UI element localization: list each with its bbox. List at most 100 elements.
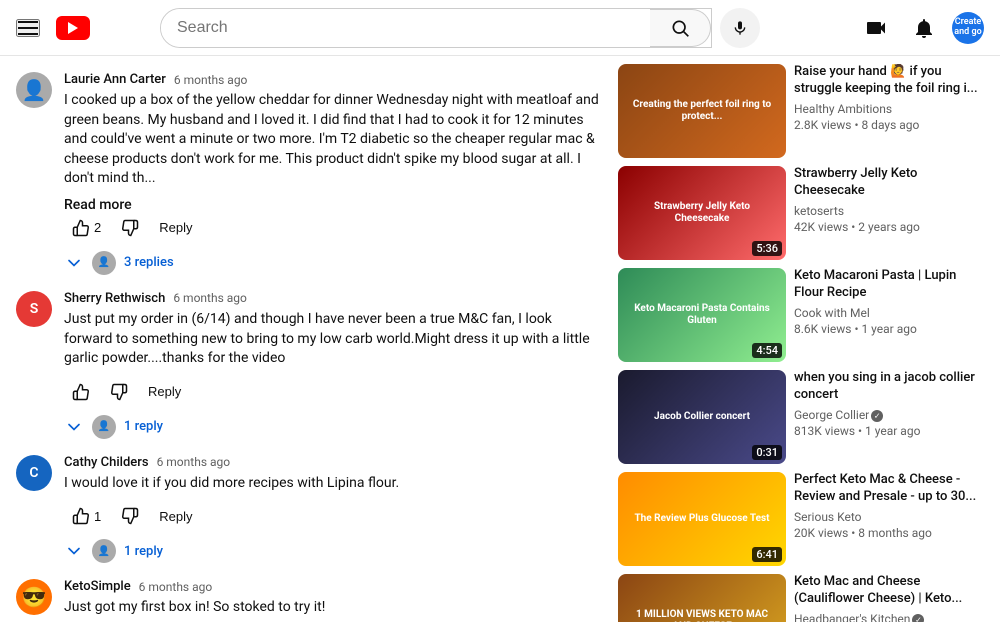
video-thumbnail: The Review Plus Glucose Test 6:41 [618,472,786,566]
like-count: 1 [94,509,101,524]
video-card[interactable]: The Review Plus Glucose Test 6:41 Perfec… [618,472,984,566]
verified-icon [912,614,924,622]
thumbnail-text: Creating the perfect foil ring to protec… [618,64,786,158]
thumbnail-text: 1 MILLION VIEWS KETO MAC AND CHEESE [618,574,786,622]
expand-replies-button[interactable] [64,541,84,561]
comment-actions: Reply [64,377,602,407]
replies-count[interactable]: 1 reply [124,419,163,434]
comments-section: 👤 Laurie Ann Carter 6 months ago I cooke… [0,56,618,622]
chevron-down-icon [64,417,84,437]
comment-header: Sherry Rethwisch 6 months ago [64,291,602,306]
video-thumbnail: Strawberry Jelly Keto Cheesecake 5:36 [618,166,786,260]
create-button[interactable] [856,8,896,48]
comment-body: Cathy Childers 6 months ago I would love… [64,455,602,564]
reply-button[interactable]: Reply [151,503,200,530]
search-button[interactable] [650,9,711,47]
comment-author: Cathy Childers [64,455,149,470]
create-icon [864,16,888,40]
dislike-button[interactable] [102,377,136,407]
video-title: Perfect Keto Mac & Cheese - Review and P… [794,472,984,506]
replies-count[interactable]: 1 reply [124,544,163,559]
video-info: Keto Mac and Cheese (Cauliflower Cheese)… [794,574,984,622]
video-info: when you sing in a jacob collier concert… [794,370,984,464]
thumbs-up-icon [72,219,90,237]
duration-badge: 4:54 [752,343,782,358]
comment-time: 6 months ago [174,73,248,87]
hamburger-menu-button[interactable] [16,19,40,37]
user-avatar[interactable]: Createand go [952,12,984,44]
thumbs-up-icon [72,383,90,401]
header-left [16,16,104,40]
video-info: Perfect Keto Mac & Cheese - Review and P… [794,472,984,566]
comment-body: Sherry Rethwisch 6 months ago Just put m… [64,291,602,439]
search-input[interactable] [161,9,650,47]
like-count: 2 [94,220,101,235]
video-card[interactable]: Jacob Collier concert 0:31 when you sing… [618,370,984,464]
video-card[interactable]: 1 MILLION VIEWS KETO MAC AND CHEESE 9:27… [618,574,984,622]
video-title: Keto Mac and Cheese (Cauliflower Cheese)… [794,574,984,608]
duration-badge: 5:36 [752,241,782,256]
video-meta: 42K views • 2 years ago [794,220,984,234]
video-card[interactable]: Keto Macaroni Pasta Contains Gluten 4:54… [618,268,984,362]
video-info: Keto Macaroni Pasta | Lupin Flour Recipe… [794,268,984,362]
comment-author: Laurie Ann Carter [64,72,166,87]
channel-name: Headbanger's Kitchen [794,612,984,622]
dislike-button[interactable] [113,501,147,531]
channel-name: ketoserts [794,204,984,218]
replies-section: 👤 1 reply [64,415,602,439]
chevron-down-icon [64,253,84,273]
reply-button[interactable]: Reply [140,378,189,405]
comment-body: KetoSimple 6 months ago Just got my firs… [64,579,602,622]
video-thumbnail: Creating the perfect foil ring to protec… [618,64,786,158]
expand-replies-button[interactable] [64,253,84,273]
search-area [160,8,760,48]
reply-avatar: 👤 [92,539,116,563]
comment-body: Laurie Ann Carter 6 months ago I cooked … [64,72,602,275]
video-card[interactable]: Strawberry Jelly Keto Cheesecake 5:36 St… [618,166,984,260]
read-more-link[interactable]: Read more [64,197,132,213]
like-button[interactable]: 1 [64,501,109,531]
sidebar-videos: Creating the perfect foil ring to protec… [618,56,1000,622]
reply-button[interactable]: Reply [151,214,200,241]
reply-avatar: 👤 [92,415,116,439]
channel-name: Cook with Mel [794,306,984,320]
replies-count[interactable]: 3 replies [124,255,174,270]
replies-section: 👤 1 reply [64,539,602,563]
video-title: Keto Macaroni Pasta | Lupin Flour Recipe [794,268,984,302]
thumbs-down-icon [110,383,128,401]
comment-actions: 1 Reply [64,501,602,531]
search-bar [160,8,712,48]
comment-text: I cooked up a box of the yellow cheddar … [64,91,602,189]
comment-time: 6 months ago [139,580,213,594]
thumbs-up-icon [72,507,90,525]
video-card[interactable]: Creating the perfect foil ring to protec… [618,64,984,158]
comment-time: 6 months ago [173,291,247,305]
main-layout: 👤 Laurie Ann Carter 6 months ago I cooke… [0,56,1000,622]
expand-replies-button[interactable] [64,417,84,437]
comment-item: S Sherry Rethwisch 6 months ago Just put… [16,291,602,439]
comment-item: C Cathy Childers 6 months ago I would lo… [16,455,602,564]
comment-text: I would love it if you did more recipes … [64,474,602,494]
video-title: Strawberry Jelly Keto Cheesecake [794,166,984,200]
like-button[interactable]: 2 [64,213,109,243]
comment-header: Cathy Childers 6 months ago [64,455,602,470]
like-button[interactable] [64,377,98,407]
video-meta: 813K views • 1 year ago [794,424,984,438]
youtube-icon [56,16,90,40]
video-title: when you sing in a jacob collier concert [794,370,984,404]
channel-name: Serious Keto [794,510,984,524]
comment-avatar: C [16,455,52,491]
youtube-logo[interactable] [56,16,104,40]
video-thumbnail: 1 MILLION VIEWS KETO MAC AND CHEESE 9:27 [618,574,786,622]
comment-text: Just got my first box in! So stoked to t… [64,598,602,618]
voice-search-button[interactable] [720,8,760,48]
dislike-button[interactable] [113,213,147,243]
channel-name: George Collier [794,408,984,422]
comment-header: Laurie Ann Carter 6 months ago [64,72,602,87]
notifications-button[interactable] [904,8,944,48]
video-thumbnail: Jacob Collier concert 0:31 [618,370,786,464]
video-meta: 20K views • 8 months ago [794,526,984,540]
video-info: Strawberry Jelly Keto Cheesecake ketoser… [794,166,984,260]
thumbs-down-icon [121,219,139,237]
comment-item: 👤 Laurie Ann Carter 6 months ago I cooke… [16,72,602,275]
